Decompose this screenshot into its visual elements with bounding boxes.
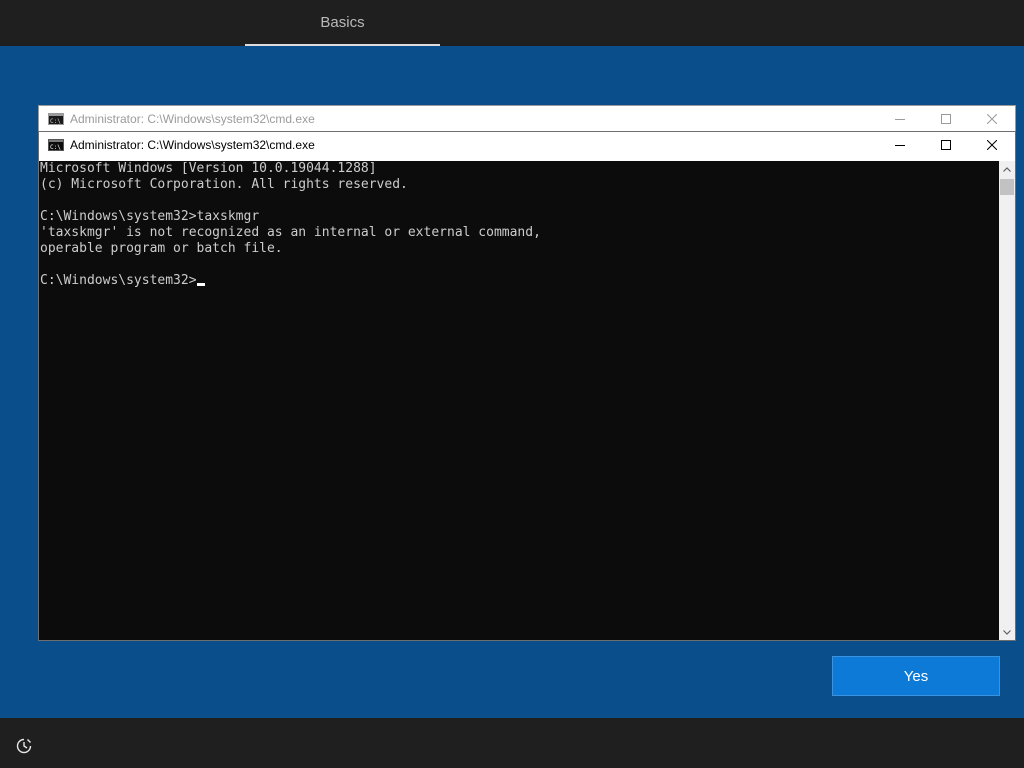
minimize-icon (895, 119, 905, 120)
console-line: (c) Microsoft Corporation. All rights re… (40, 177, 408, 192)
console-window-titlebar[interactable]: C:\ Administrator: C:\Windows\system32\c… (39, 132, 1015, 158)
scrollbar-thumb[interactable] (1000, 179, 1014, 195)
minimize-button[interactable] (877, 132, 923, 158)
oobe-bottom-bar (0, 718, 1024, 768)
console-output-area[interactable]: Microsoft Windows [Version 10.0.19044.12… (39, 161, 999, 640)
close-button[interactable] (969, 132, 1015, 158)
console-icon: C:\ (48, 113, 64, 125)
console-prompt: C:\Windows\system32> (40, 273, 197, 288)
accessibility-button[interactable] (12, 734, 36, 758)
accessibility-icon (16, 738, 32, 754)
console-text: Microsoft Windows [Version 10.0.19044.12… (39, 161, 999, 289)
minimize-icon (895, 145, 905, 146)
close-icon (987, 140, 997, 150)
console-line: operable program or batch file. (40, 241, 283, 256)
console-window-controls (877, 132, 1015, 158)
maximize-icon (941, 140, 951, 150)
background-maximize-button[interactable] (923, 106, 969, 132)
text-cursor (196, 283, 205, 286)
background-window-titlebar[interactable]: C:\ Administrator: C:\Windows\system32\c… (39, 106, 1015, 132)
console-icon: C:\ (48, 139, 64, 151)
background-console-window[interactable]: C:\ Administrator: C:\Windows\system32\c… (38, 105, 1016, 133)
maximize-button[interactable] (923, 132, 969, 158)
console-prompt-line[interactable]: C:\Windows\system32> (40, 273, 999, 289)
chevron-up-icon (1003, 166, 1011, 172)
scroll-up-button[interactable] (999, 161, 1015, 177)
background-window-title: Administrator: C:\Windows\system32\cmd.e… (70, 112, 315, 126)
console-window-title: Administrator: C:\Windows\system32\cmd.e… (70, 138, 315, 152)
close-icon (987, 114, 997, 124)
svg-text:C:\: C:\ (50, 118, 61, 125)
chevron-down-icon (1003, 629, 1011, 635)
maximize-icon (941, 114, 951, 124)
oobe-top-bar: Basics (0, 0, 1024, 46)
scroll-down-button[interactable] (999, 624, 1015, 640)
console-line: 'taxskmgr' is not recognized as an inter… (40, 225, 541, 240)
background-minimize-button[interactable] (877, 106, 923, 132)
step-tab-basics: Basics (245, 0, 440, 46)
console-line: C:\Windows\system32>taxskmgr (40, 209, 260, 224)
console-window[interactable]: C:\ Administrator: C:\Windows\system32\c… (38, 131, 1016, 641)
oobe-screen: Basics C:\ Administrator: C:\Windows\sys… (0, 0, 1024, 768)
svg-text:C:\: C:\ (50, 144, 61, 151)
vertical-scrollbar[interactable] (999, 161, 1015, 640)
yes-button[interactable]: Yes (832, 656, 1000, 696)
background-window-controls (877, 106, 1015, 132)
background-close-button[interactable] (969, 106, 1015, 132)
console-line: Microsoft Windows [Version 10.0.19044.12… (40, 161, 377, 176)
